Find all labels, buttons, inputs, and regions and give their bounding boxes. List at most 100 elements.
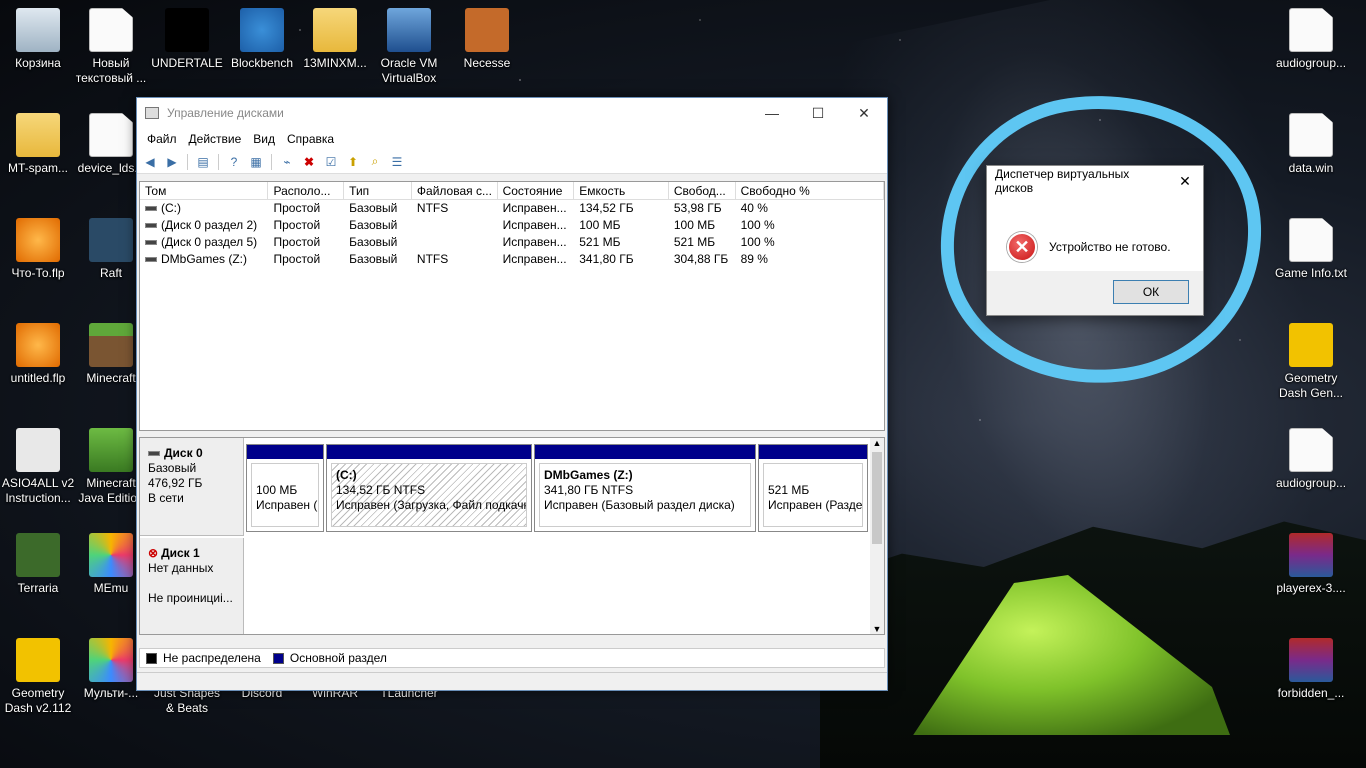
search-icon[interactable]: ⌕ <box>366 154 384 170</box>
menu-action[interactable]: Действие <box>183 132 248 146</box>
desktop-icon-label: ASIO4ALL v2 Instruction... <box>1 476 75 505</box>
partition-state: Исправен (Загрузка, Файл подкачк <box>336 498 527 512</box>
table-row[interactable]: (C:) Простой Базовый NTFS Исправен... 134,52 … <box>140 200 884 217</box>
left-icon-9[interactable]: Что-То.flp <box>0 218 76 281</box>
connect-icon[interactable]: ⌁ <box>278 154 296 170</box>
table-cell: Простой <box>268 217 344 234</box>
desktop-icon-label: Game Info.txt <box>1274 266 1348 280</box>
col-volume[interactable]: Том <box>140 182 269 199</box>
table-cell: 341,80 ГБ <box>574 251 669 268</box>
disk0-type: Базовый <box>148 461 197 475</box>
delete-icon[interactable]: ✖ <box>300 154 318 170</box>
table-cell: Базовый <box>344 251 412 268</box>
import-icon[interactable]: ⬆ <box>344 154 362 170</box>
dialog-title: Диспетчер виртуальных дисков <box>995 167 1130 195</box>
partition-c[interactable]: (C:) 134,52 ГБ NTFS Исправен (Загрузка, … <box>326 444 532 532</box>
menu-file[interactable]: Файл <box>141 132 183 146</box>
col-status[interactable]: Состояние <box>498 182 575 199</box>
partition-z[interactable]: DMbGames (Z:) 341,80 ГБ NTFS Исправен (Б… <box>534 444 756 532</box>
disk-management-icon <box>145 107 159 119</box>
left-icon-15[interactable]: Terraria <box>0 533 76 596</box>
console-tree-icon[interactable]: ▤ <box>194 154 212 170</box>
table-cell: 40 % <box>736 200 884 217</box>
partition-state: Исправен (l <box>256 498 319 512</box>
col-filesystem[interactable]: Файловая с... <box>412 182 498 199</box>
disk-management-window: Управление дисками — ☐ ✕ Файл Действие В… <box>136 97 888 691</box>
col-free-percent[interactable]: Свободно % <box>736 182 884 199</box>
left-icon-0[interactable]: Корзина <box>0 8 76 71</box>
table-cell: (Диск 0 раздел 2) <box>140 217 268 234</box>
left-icon-6[interactable]: Necesse <box>449 8 525 71</box>
scroll-thumb[interactable] <box>872 452 882 544</box>
table-cell: 89 % <box>736 251 884 268</box>
menu-help[interactable]: Справка <box>281 132 340 146</box>
right-icon-3[interactable]: Geometry Dash Gen... <box>1273 323 1349 401</box>
scroll-up-icon[interactable]: ▲ <box>870 438 884 448</box>
close-button[interactable]: ✕ <box>841 98 887 128</box>
document-icon <box>1289 8 1333 52</box>
check-icon[interactable]: ☑ <box>322 154 340 170</box>
properties-icon[interactable]: ▦ <box>247 154 265 170</box>
menu-view[interactable]: Вид <box>247 132 281 146</box>
scroll-down-icon[interactable]: ▼ <box>870 624 884 634</box>
left-icon-7[interactable]: MT-spam... <box>0 113 76 176</box>
col-free[interactable]: Свобод... <box>669 182 736 199</box>
back-icon[interactable]: ◀ <box>141 154 159 170</box>
partition-info: 521 МБ Исправен (Разде <box>763 463 863 527</box>
partition-recovery[interactable]: 521 МБ Исправен (Разде <box>758 444 868 532</box>
left-icon-13[interactable]: ASIO4ALL v2 Instruction... <box>0 428 76 506</box>
menu-bar: Файл Действие Вид Справка <box>137 128 887 150</box>
table-row[interactable]: (Диск 0 раздел 5) Простой Базовый Исправен.… <box>140 234 884 251</box>
left-icon-17[interactable]: Geometry Dash v2.112 <box>0 638 76 716</box>
dialog-close-button[interactable]: ✕ <box>1167 173 1203 190</box>
cell-text: 304,88 ГБ <box>673 252 729 266</box>
list-view-icon[interactable]: ☰ <box>388 154 406 170</box>
right-icon-6[interactable]: forbidden_... <box>1273 638 1349 701</box>
cell-text: 89 % <box>740 252 768 266</box>
blockbench-icon <box>240 8 284 52</box>
cell-text: 521 МБ <box>579 235 621 249</box>
left-icon-1[interactable]: Новый текстовый ... <box>73 8 149 86</box>
forward-icon[interactable]: ▶ <box>163 154 181 170</box>
right-icon-0[interactable]: audiogroup... <box>1273 8 1349 71</box>
help-icon[interactable]: ? <box>225 154 243 170</box>
table-cell: 304,88 ГБ <box>669 251 736 268</box>
volume-list: Том Располо... Тип Файловая с... Состоян… <box>139 181 885 431</box>
legend-unallocated: Не распределена <box>163 651 261 665</box>
left-icon-4[interactable]: 13MINXM... <box>297 8 373 71</box>
right-icon-1[interactable]: data.win <box>1273 113 1349 176</box>
table-row[interactable]: DMbGames (Z:) Простой Базовый NTFS Исправен.… <box>140 251 884 268</box>
volume-icon <box>145 257 157 263</box>
col-type[interactable]: Тип <box>344 182 412 199</box>
partition-system[interactable]: 100 МБ Исправен (l <box>246 444 324 532</box>
partition-title <box>768 468 858 483</box>
cell-text: Простой <box>273 201 321 215</box>
cell-text: Базовый <box>349 218 398 232</box>
cell-text: Простой <box>273 218 321 232</box>
right-icon-2[interactable]: Game Info.txt <box>1273 218 1349 281</box>
table-cell: 100 % <box>736 234 884 251</box>
left-icon-5[interactable]: Oracle VM VirtualBox <box>371 8 447 86</box>
disk0-label[interactable]: Диск 0 Базовый 476,92 ГБ В сети <box>140 438 244 536</box>
disk1-label[interactable]: ⊗ Диск 1 Нет данных Не проинициi... <box>140 538 244 634</box>
col-capacity[interactable]: Емкость <box>574 182 669 199</box>
table-cell: 100 МБ <box>574 217 669 234</box>
cell-text: (Диск 0 раздел 2) <box>161 218 258 232</box>
error-dialog: Диспетчер виртуальных дисков ✕ ✕ Устройс… <box>986 165 1204 316</box>
ok-button[interactable]: ОК <box>1113 280 1189 304</box>
col-layout[interactable]: Располо... <box>268 182 345 199</box>
left-icon-3[interactable]: Blockbench <box>224 8 300 71</box>
partition-bar <box>247 445 323 459</box>
cell-text: Исправен... <box>502 252 567 266</box>
cell-text: Базовый <box>349 201 398 215</box>
right-icon-4[interactable]: audiogroup... <box>1273 428 1349 491</box>
table-row[interactable]: (Диск 0 раздел 2) Простой Базовый Исправен.… <box>140 217 884 234</box>
cell-text: 40 % <box>740 201 768 215</box>
left-icon-2[interactable]: UNDERTALE <box>149 8 225 71</box>
maximize-button[interactable]: ☐ <box>795 98 841 128</box>
left-icon-11[interactable]: untitled.flp <box>0 323 76 386</box>
right-icon-5[interactable]: playerex-3.... <box>1273 533 1349 596</box>
minimize-button[interactable]: — <box>749 98 795 128</box>
document-icon <box>1289 113 1333 157</box>
vertical-scrollbar[interactable]: ▲ ▼ <box>870 438 884 634</box>
